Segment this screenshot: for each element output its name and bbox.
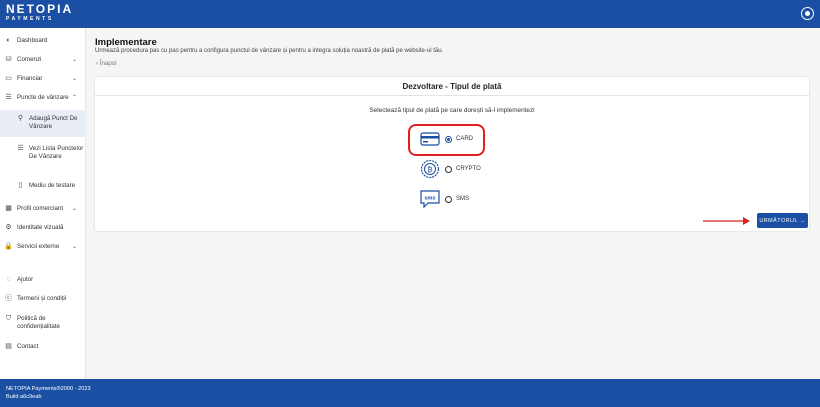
chevron-down-icon: ⌄ xyxy=(72,206,78,212)
sidebar-item-label: Puncte de vânzare xyxy=(17,94,69,101)
sidebar-item-comenzi[interactable]: ⛁ Comenzi ⌄ xyxy=(0,56,86,64)
sidebar-item-label: Contact xyxy=(17,343,39,350)
arrow-right-icon xyxy=(703,217,750,225)
sidebar-item-label: Politică de confidențialitate xyxy=(17,315,60,330)
sms-icon: sms xyxy=(420,189,440,209)
lock-icon: 🔒 xyxy=(4,243,13,250)
sidebar-item-label: Termeni și condiții xyxy=(17,295,67,302)
page-title: Implementare xyxy=(95,37,157,48)
chevron-down-icon: ⌄ xyxy=(72,76,78,82)
sidebar-item-label: Vezi Lista Punctelor De Vânzare xyxy=(29,145,84,160)
card-title: Dezvoltare - Tipul de plată xyxy=(402,82,502,91)
list-icon: ☰ xyxy=(5,94,12,101)
radio-card[interactable] xyxy=(445,135,452,143)
chevron-down-icon: ⌄ xyxy=(72,57,78,63)
back-label: Înapoi xyxy=(99,60,117,67)
sidebar-item-adauga-punct[interactable]: ⚲ Adaugă Punct De Vânzare xyxy=(0,110,86,137)
option-label: SMS xyxy=(456,196,470,202)
netopia-logo[interactable]: NETOPIA PAYMENTS xyxy=(6,3,73,23)
bitcoin-icon: ₿ xyxy=(420,159,440,179)
radio-crypto[interactable] xyxy=(445,165,452,173)
copyright-icon: ⓒ xyxy=(5,295,12,302)
sidebar-item-puncte-de-vanzare[interactable]: ☰ Puncte de vânzare ⌃ xyxy=(0,94,86,102)
footer-copyright: NETOPIA Payments®2000 - 2023 xyxy=(6,386,91,392)
option-card[interactable]: CARD xyxy=(420,129,473,149)
option-label: CARD xyxy=(456,136,474,142)
account-icon[interactable] xyxy=(801,7,814,20)
sidebar-item-identitate-vizuala[interactable]: ⚙ Identitate vizuală xyxy=(0,224,86,232)
sidebar-item-label: Financiar xyxy=(17,75,43,82)
page-subtitle: Urmează procedura pas cu pas pentru a co… xyxy=(95,48,444,54)
sidebar-item-label: Servicii externe xyxy=(17,243,60,250)
sidebar-item-profil-comerciant[interactable]: ▦ Profil comerciant ⌄ xyxy=(0,205,86,213)
top-bar: NETOPIA PAYMENTS xyxy=(0,0,820,28)
add-pin-icon: ⚲ xyxy=(17,115,24,122)
sidebar-item-lista-puncte[interactable]: ☰ Vezi Lista Punctelor De Vânzare xyxy=(0,145,86,161)
dashboard-icon: ◐ xyxy=(6,37,11,44)
contact-icon: ▤ xyxy=(5,343,12,350)
sidebar-item-label: Profil comerciant xyxy=(17,205,64,212)
sidebar-item-label: Adaugă Punct De Vânzare xyxy=(29,115,78,130)
shield-icon: ⛉ xyxy=(5,315,12,322)
sidebar-item-label: Dashboard xyxy=(17,37,48,44)
next-button[interactable]: URMĂTORUL → xyxy=(757,213,808,228)
credit-card-icon xyxy=(420,129,440,149)
wallet-icon: ▭ xyxy=(5,75,12,82)
chevron-left-icon: ‹ xyxy=(96,60,99,67)
sidebar-item-ajutor[interactable]: ◌ Ajutor xyxy=(0,276,86,284)
divider xyxy=(95,95,809,96)
sidebar-item-label: Ajutor xyxy=(17,276,34,283)
sidebar-item-contact[interactable]: ▤ Contact xyxy=(0,343,86,351)
sidebar-item-mediu-testare[interactable]: ▯ Mediu de testare xyxy=(0,182,86,190)
gear-icon: ⚙ xyxy=(5,224,12,231)
logo-main-text: NETOPIA xyxy=(6,2,74,16)
payment-type-card: Dezvoltare - Tipul de plată Selectează t… xyxy=(95,77,809,231)
profile-icon: ▦ xyxy=(5,205,12,212)
back-link[interactable]: ‹ Înapoi xyxy=(96,60,117,67)
chevron-down-icon: ⌄ xyxy=(72,244,78,250)
footer-build: Build a6c9eab xyxy=(6,394,42,400)
option-crypto[interactable]: ₿ CRYPTO xyxy=(420,159,481,179)
instruction-text: Selectează tipul de plată pe care doreșt… xyxy=(369,107,535,114)
sidebar-item-financiar[interactable]: ▭ Financiar ⌄ xyxy=(0,75,86,83)
sidebar-item-dashboard[interactable]: ◐ Dashboard xyxy=(0,37,86,45)
sidebar-item-politica[interactable]: ⛉ Politică de confidențialitate xyxy=(0,315,86,331)
footer: NETOPIA Payments®2000 - 2023 Build a6c9e… xyxy=(0,379,820,407)
sidebar-item-termeni[interactable]: ⓒ Termeni și condiții xyxy=(0,295,86,303)
sidebar-item-label: Identitate vizuală xyxy=(17,224,64,231)
radio-sms[interactable] xyxy=(445,195,452,203)
logo-sub-text: PAYMENTS xyxy=(6,16,54,22)
svg-text:sms: sms xyxy=(424,196,435,202)
svg-text:₿: ₿ xyxy=(427,166,432,174)
chevron-up-icon: ⌃ xyxy=(72,95,78,101)
sandbox-icon: ▯ xyxy=(18,182,23,189)
option-label: CRYPTO xyxy=(456,166,481,172)
sidebar-item-label: Mediu de testare xyxy=(29,182,76,189)
sidebar: ◐ Dashboard ⛁ Comenzi ⌄ ▭ Financiar ⌄ ☰ … xyxy=(0,28,86,379)
sidebar-item-servicii-externe[interactable]: 🔒 Servicii externe ⌄ xyxy=(0,243,86,251)
orders-icon: ⛁ xyxy=(5,56,12,63)
option-sms[interactable]: sms SMS xyxy=(420,189,469,209)
list-icon: ☰ xyxy=(17,145,24,152)
sidebar-item-label: Comenzi xyxy=(17,56,42,63)
help-icon: ◌ xyxy=(6,276,11,283)
